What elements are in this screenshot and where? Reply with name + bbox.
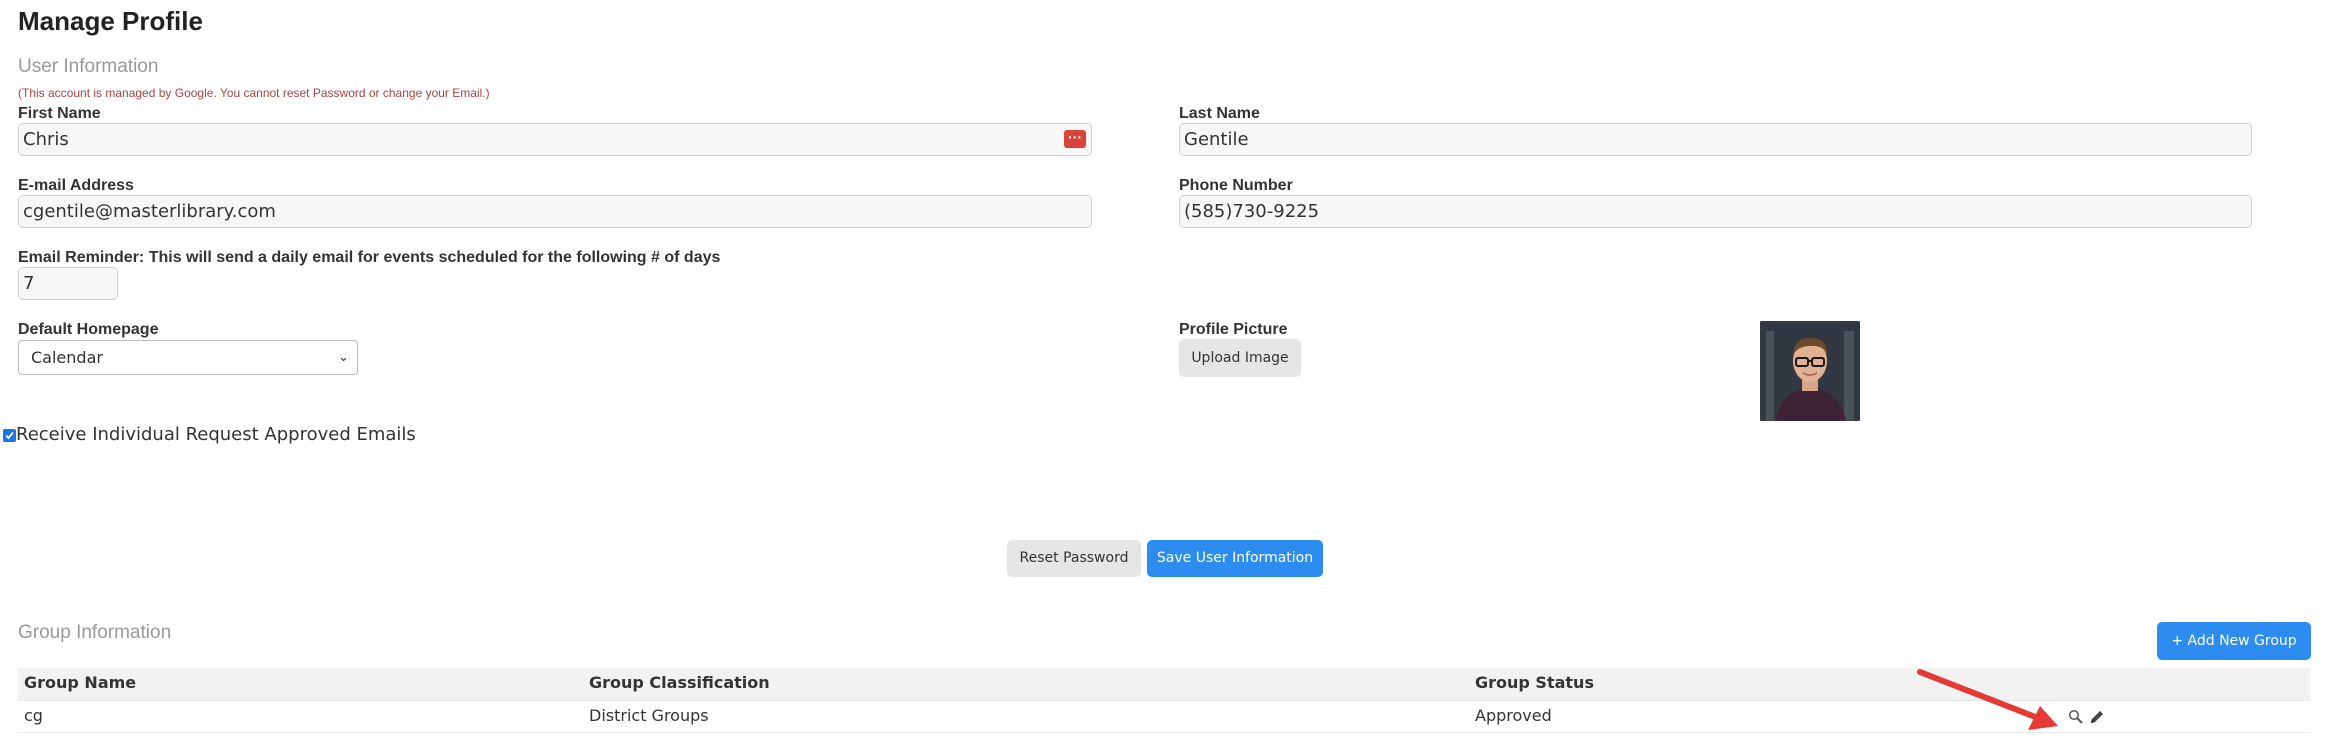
- profile-avatar: [1760, 321, 1860, 421]
- group-status-cell: Approved: [1475, 706, 1552, 725]
- add-new-group-button[interactable]: + Add New Group: [2157, 622, 2311, 660]
- chevron-down-icon: ⌄: [338, 350, 349, 365]
- upload-image-button[interactable]: Upload Image: [1179, 339, 1301, 377]
- first-name-label: First Name: [18, 105, 101, 122]
- password-manager-icon[interactable]: ···: [1064, 130, 1086, 148]
- default-homepage-selected: Calendar: [31, 348, 103, 367]
- default-homepage-select[interactable]: Calendar ⌄: [18, 340, 358, 375]
- user-info-section-title: User Information: [18, 56, 159, 77]
- email-field[interactable]: cgentile@masterlibrary.com: [18, 195, 1092, 228]
- group-name-cell: cg: [24, 706, 43, 725]
- email-reminder-label: Email Reminder: This will send a daily e…: [18, 249, 721, 266]
- red-arrow-annotation: [1910, 660, 2070, 740]
- approved-emails-label: Receive Individual Request Approved Emai…: [16, 424, 416, 445]
- group-classification-cell: District Groups: [589, 706, 709, 725]
- email-reminder-days-field[interactable]: 7: [18, 267, 118, 300]
- last-name-label: Last Name: [1179, 105, 1260, 122]
- phone-label: Phone Number: [1179, 177, 1293, 194]
- profile-picture-label: Profile Picture: [1179, 321, 1288, 338]
- email-label: E-mail Address: [18, 177, 134, 194]
- last-name-field[interactable]: Gentile: [1179, 123, 2252, 156]
- pencil-icon[interactable]: [2088, 708, 2106, 726]
- approved-emails-checkbox[interactable]: [3, 429, 16, 442]
- first-name-field[interactable]: Chris: [18, 123, 1092, 156]
- google-account-note: (This account is managed by Google. You …: [18, 86, 490, 100]
- default-homepage-label: Default Homepage: [18, 321, 159, 338]
- page-title: Manage Profile: [18, 6, 203, 36]
- column-header-group-status: Group Status: [1475, 673, 1594, 692]
- save-user-info-button[interactable]: Save User Information: [1147, 540, 1323, 577]
- reset-password-button[interactable]: Reset Password: [1007, 540, 1141, 577]
- column-header-group-classification: Group Classification: [589, 673, 770, 692]
- group-info-section-title: Group Information: [18, 622, 172, 643]
- magnifier-icon[interactable]: [2068, 709, 2084, 725]
- phone-field[interactable]: (585)730-9225: [1179, 195, 2252, 228]
- column-header-group-name: Group Name: [24, 673, 137, 692]
